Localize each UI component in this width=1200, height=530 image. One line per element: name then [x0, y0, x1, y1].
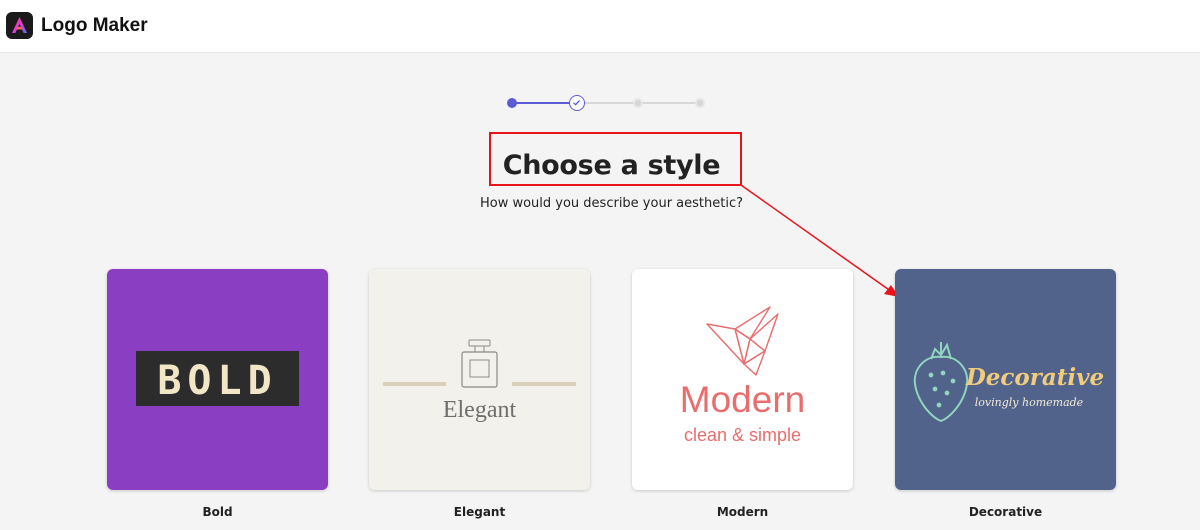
- decorative-preview-subtext: lovingly homemade: [975, 396, 1084, 409]
- style-card-modern[interactable]: Modern clean & simple: [632, 269, 853, 490]
- style-card-bold[interactable]: BOLD: [107, 269, 328, 490]
- elegant-preview-text: Elegant: [443, 397, 517, 423]
- style-label-bold: Bold: [202, 505, 233, 519]
- decorative-preview-text: Decorative: [965, 364, 1104, 391]
- modern-preview-text: Modern: [680, 379, 805, 420]
- style-label-modern: Modern: [716, 505, 769, 519]
- style-label-elegant: Elegant: [453, 505, 506, 519]
- style-label-decorative: Decorative: [968, 505, 1043, 519]
- style-card-decorative[interactable]: Decorative lovingly homemade: [895, 269, 1116, 490]
- modern-preview-subtext: clean & simple: [684, 425, 801, 445]
- style-card-elegant[interactable]: Elegant: [369, 269, 590, 490]
- bold-preview-text: BOLD: [157, 358, 277, 404]
